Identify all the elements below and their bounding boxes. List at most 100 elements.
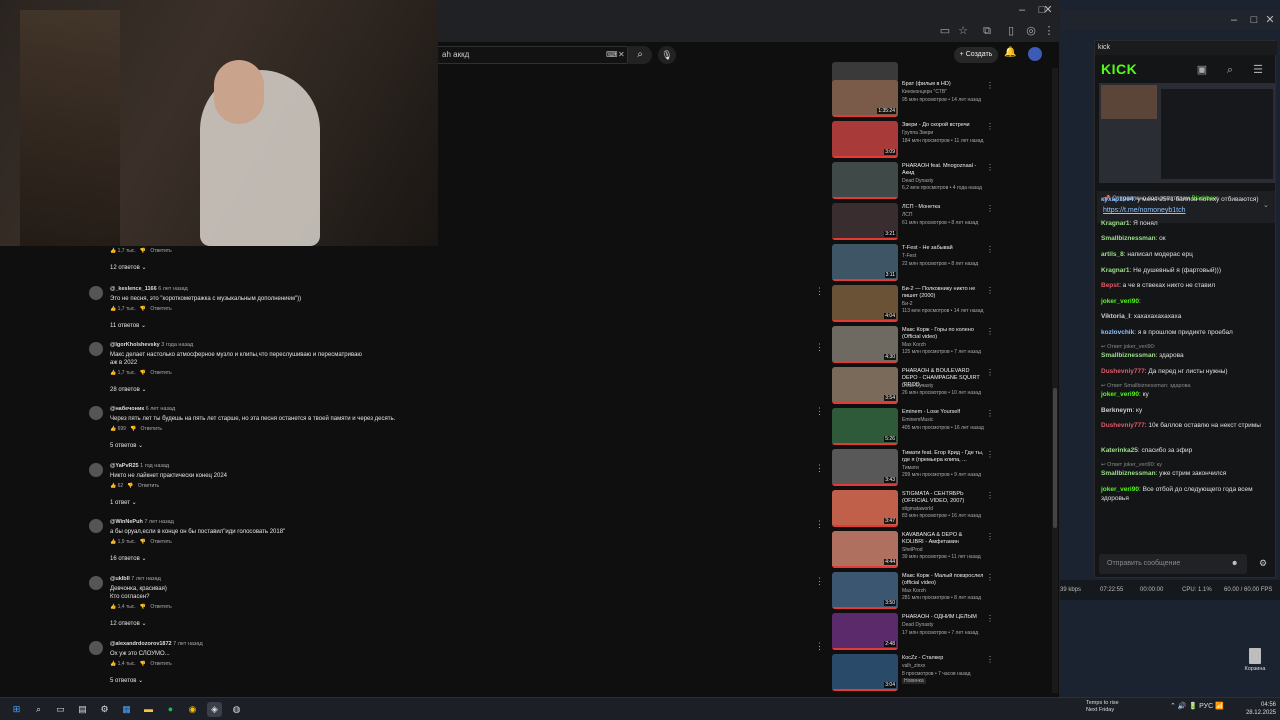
keyboard-icon[interactable]: ⌨	[606, 47, 618, 63]
comment-author[interactable]: @alexandrdozorov1872	[110, 641, 172, 647]
video-thumbnail[interactable]: 2:48	[832, 613, 898, 650]
chat-username[interactable]: Viktoria_I	[1101, 313, 1130, 320]
active-app-icon[interactable]: ◈	[207, 702, 222, 717]
show-replies-button[interactable]: 5 ответов ⌄	[110, 677, 143, 684]
related-video-item[interactable]: 3:50 Макс Корж - Малый повзрослел (offici…	[830, 572, 1000, 612]
avatar[interactable]	[89, 406, 103, 420]
chat-username[interactable]: Katerinka25	[1101, 447, 1138, 454]
store-icon[interactable]: ▦	[119, 702, 134, 717]
video-more-icon[interactable]: ⋮	[986, 204, 994, 213]
avatar[interactable]	[89, 463, 103, 477]
popout-icon[interactable]: ▣	[1195, 63, 1209, 77]
system-tray[interactable]: ⌃ 🔊 🔋 РУС 📶	[1170, 702, 1224, 710]
video-title[interactable]: PHARAOH - ОДНИМ ЦЕЛЫМ	[902, 614, 984, 621]
video-title[interactable]: STIGMATA - СЕНТЯБРЬ (OFFICIAL VIDEO, 200…	[902, 491, 984, 505]
like-icon[interactable]: 👍	[110, 539, 116, 545]
chat-username[interactable]: joker_veri90	[1101, 298, 1139, 305]
video-thumbnail[interactable]: 4:04	[832, 285, 898, 322]
search-button[interactable]: ⌕	[628, 46, 652, 64]
video-channel[interactable]: EminemMusic	[902, 417, 933, 423]
video-more-icon[interactable]: ⋮	[986, 368, 994, 377]
emoji-icon[interactable]: ☻	[1231, 554, 1238, 574]
video-more-icon[interactable]: ⋮	[986, 409, 994, 418]
like-icon[interactable]: 👍	[110, 306, 116, 312]
gear-icon[interactable]: ⚙	[1259, 558, 1267, 569]
voice-search-button[interactable]: 🎙	[658, 46, 676, 64]
show-replies-button[interactable]: 11 ответов ⌄	[110, 322, 146, 329]
more-icon[interactable]: ⋮	[815, 406, 824, 417]
video-channel[interactable]: ЛСП	[902, 212, 913, 218]
comment-author[interactable]: @YaPvR25	[110, 463, 139, 469]
profile-icon[interactable]: ◎	[1024, 24, 1038, 38]
notifications-bell-icon[interactable]: 🔔	[1004, 47, 1018, 61]
avatar[interactable]	[89, 576, 103, 590]
video-more-icon[interactable]: ⋮	[986, 286, 994, 295]
search-icon[interactable]: ⌕	[1223, 63, 1237, 77]
video-title[interactable]: T-Fest - Не забывай	[902, 245, 984, 252]
related-video-item[interactable]: PHARAOH feat. Mnogoznaal - Акид Dead Dyna…	[830, 162, 1000, 202]
video-thumbnail[interactable]: 4:30	[832, 326, 898, 363]
dislike-icon[interactable]: 👎	[140, 370, 146, 376]
more-icon[interactable]: ⋮	[815, 519, 824, 530]
video-channel[interactable]: Dead Dynasty	[902, 622, 933, 628]
video-more-icon[interactable]: ⋮	[986, 532, 994, 541]
more-icon[interactable]: ⋮	[815, 342, 824, 353]
chat-username[interactable]: Dushevniy777	[1101, 422, 1145, 429]
obs-icon[interactable]: ◍	[229, 702, 244, 717]
video-channel[interactable]: ShelProd	[902, 547, 923, 553]
task-view-icon[interactable]: ▭	[53, 702, 68, 717]
folder-icon[interactable]: ▬	[141, 702, 156, 717]
show-replies-button[interactable]: 12 ответов ⌄	[110, 264, 146, 271]
comment-author[interactable]: @ukIbII	[110, 576, 130, 582]
video-channel[interactable]: Dead Dynasty	[902, 178, 933, 184]
avatar[interactable]	[1028, 47, 1042, 61]
related-video-item[interactable]: 3:11 T-Fest - Не забывай T-Fest 22 млн прос…	[830, 244, 1000, 284]
comment-author[interactable]: @_keslence_1166	[110, 286, 157, 292]
comment-author[interactable]: @WinNePuh	[110, 519, 143, 525]
video-thumbnail[interactable]: 1:35:24	[832, 80, 898, 117]
dislike-icon[interactable]: 👎	[140, 604, 146, 610]
search-icon[interactable]: ⌕	[31, 702, 46, 717]
browser-menu-icon[interactable]: ⋮	[1042, 24, 1056, 38]
related-video-item[interactable]: 1:35:24 Брат (фильм в HD) Киноконцерн "СТВ…	[830, 80, 1000, 120]
show-replies-button[interactable]: 28 ответов ⌄	[110, 386, 146, 393]
video-title[interactable]: КосZz - Сталкер	[902, 655, 984, 662]
dislike-icon[interactable]: 👎	[127, 483, 133, 489]
like-icon[interactable]: 👍	[110, 661, 116, 667]
chat-username[interactable]: Smallbiznessman	[1101, 235, 1156, 242]
related-video-item[interactable]: 3:04 КосZz - Сталкер valh_zinxx 8 просмотро…	[830, 654, 1000, 694]
split-view-icon[interactable]: ▯	[1004, 24, 1018, 38]
chrome-icon[interactable]: ◉	[185, 702, 200, 717]
dislike-icon[interactable]: 👎	[140, 306, 146, 312]
chat-username[interactable]: kozlovchik	[1101, 329, 1134, 336]
video-more-icon[interactable]: ⋮	[986, 450, 994, 459]
video-channel[interactable]: stigmataworld	[902, 506, 933, 512]
related-video-item[interactable]: 3:54 PHARAOH & BOULEVARD DEPO - CHAMPAGNE…	[830, 367, 1000, 407]
minimize-icon[interactable]: –	[1224, 11, 1244, 29]
like-icon[interactable]: 👍	[110, 426, 116, 432]
like-icon[interactable]: 👍	[110, 483, 116, 489]
comment-author[interactable]: @IgorKholshevsky	[110, 342, 160, 348]
video-more-icon[interactable]: ⋮	[986, 245, 994, 254]
more-icon[interactable]: ⋮	[815, 463, 824, 474]
close-icon[interactable]: ✕	[1260, 11, 1280, 29]
show-replies-button[interactable]: 16 ответов ⌄	[110, 555, 146, 562]
chat-username[interactable]: Bepst	[1101, 282, 1119, 289]
video-channel[interactable]: Dead Dynasty	[902, 383, 933, 389]
bookmark-star-icon[interactable]: ☆	[956, 24, 970, 38]
dislike-icon[interactable]: 👎	[140, 539, 146, 545]
video-title[interactable]: Брат (фильм в HD)	[902, 81, 984, 88]
video-more-icon[interactable]: ⋮	[986, 163, 994, 172]
video-channel[interactable]: Группа Звери	[902, 130, 933, 136]
related-video-item[interactable]: 4:30 Макс Корж - Горы по колено (Official…	[830, 326, 1000, 366]
video-title[interactable]: Макс Корж - Малый повзрослел (official v…	[902, 573, 984, 587]
video-channel[interactable]: Max Korzh	[902, 588, 926, 594]
extensions-icon[interactable]: ⧉	[980, 24, 994, 38]
video-channel[interactable]: valh_zinxx	[902, 663, 925, 669]
comment-author[interactable]: @набечоник	[110, 406, 144, 412]
video-more-icon[interactable]: ⋮	[986, 491, 994, 500]
show-replies-button[interactable]: 5 ответов ⌄	[110, 442, 143, 449]
video-title[interactable]: Eminem - Lose Yourself	[902, 409, 984, 416]
clock[interactable]: 04:56 28.12.2025	[1236, 701, 1276, 717]
chat-username[interactable]: кухар1994	[1101, 196, 1134, 203]
